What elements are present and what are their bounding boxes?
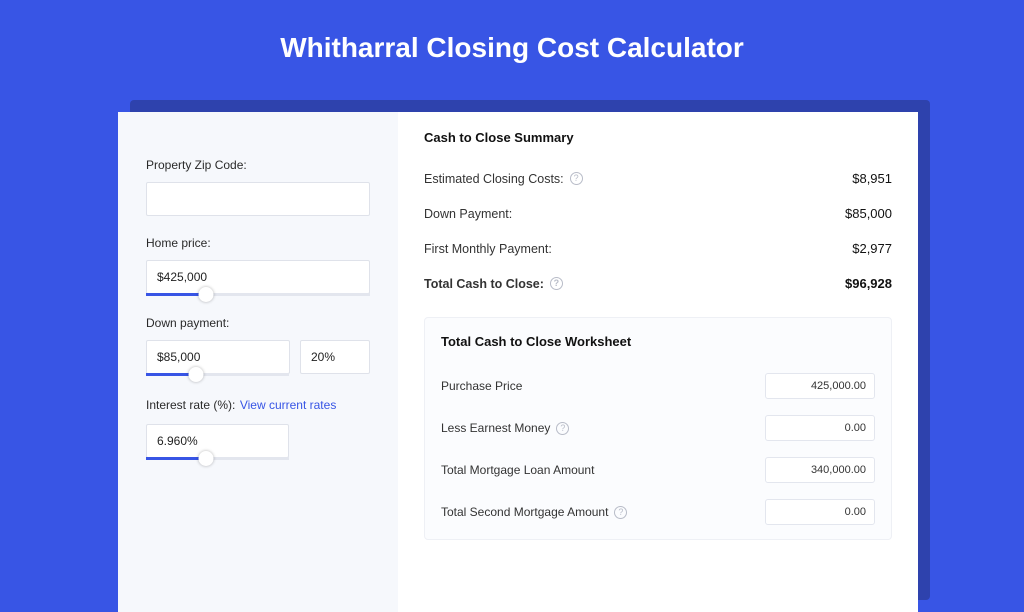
ws-row-mortgage-amount: Total Mortgage Loan Amount [441,449,875,491]
summary-label: Total Cash to Close: [424,277,563,291]
summary-label-text: Total Cash to Close: [424,277,544,291]
rate-slider-thumb[interactable] [199,451,214,466]
zip-label: Property Zip Code: [146,158,370,172]
ws-label: Total Mortgage Loan Amount [441,463,594,477]
ws-row-purchase-price: Purchase Price [441,365,875,407]
ws-purchase-price-input[interactable] [765,373,875,399]
ws-earnest-money-input[interactable] [765,415,875,441]
ws-row-second-mortgage: Total Second Mortgage Amount [441,491,875,533]
help-icon[interactable] [570,172,583,185]
help-icon[interactable] [614,506,627,519]
down-amount-input[interactable] [146,340,290,374]
rate-slider[interactable] [146,457,289,460]
zip-input[interactable] [146,182,370,216]
ws-label-text: Purchase Price [441,379,522,393]
summary-value: $8,951 [852,171,892,186]
worksheet-title: Total Cash to Close Worksheet [441,334,875,349]
summary-label-text: First Monthly Payment: [424,242,552,256]
price-slider-thumb[interactable] [199,287,214,302]
rate-slider-wrap [146,424,370,460]
summary-value: $2,977 [852,241,892,256]
price-field-group: Home price: [146,236,370,296]
rate-label: Interest rate (%): [146,398,235,412]
rate-field-group: Interest rate (%): View current rates [146,396,370,460]
down-slider[interactable] [146,373,289,376]
inputs-panel: Property Zip Code: Home price: Down paym… [118,112,398,612]
summary-row-first-monthly: First Monthly Payment: $2,977 [424,231,892,266]
page-title: Whitharral Closing Cost Calculator [0,0,1024,88]
down-field-group: Down payment: [146,316,370,376]
ws-label-text: Total Mortgage Loan Amount [441,463,594,477]
help-icon[interactable] [550,277,563,290]
price-slider[interactable] [146,293,370,296]
summary-label: Estimated Closing Costs: [424,172,583,186]
results-panel: Cash to Close Summary Estimated Closing … [398,112,918,612]
summary-label-text: Estimated Closing Costs: [424,172,564,186]
ws-mortgage-amount-input[interactable] [765,457,875,483]
price-label: Home price: [146,236,370,250]
ws-row-earnest-money: Less Earnest Money [441,407,875,449]
summary-title: Cash to Close Summary [424,130,892,145]
summary-row-total-cash: Total Cash to Close: $96,928 [424,266,892,301]
zip-field-group: Property Zip Code: [146,158,370,216]
ws-label: Less Earnest Money [441,421,569,435]
help-icon[interactable] [556,422,569,435]
down-slider-thumb[interactable] [189,367,204,382]
calculator-card: Property Zip Code: Home price: Down paym… [118,112,918,612]
rate-slider-fill [146,457,206,460]
summary-value: $96,928 [845,276,892,291]
view-rates-link[interactable]: View current rates [240,398,337,412]
worksheet-card: Total Cash to Close Worksheet Purchase P… [424,317,892,540]
summary-label: First Monthly Payment: [424,242,552,256]
price-slider-fill [146,293,206,296]
down-input-pair [146,340,370,374]
price-input[interactable] [146,260,370,294]
summary-row-closing-costs: Estimated Closing Costs: $8,951 [424,161,892,196]
ws-label: Purchase Price [441,379,522,393]
price-slider-wrap [146,260,370,296]
ws-label: Total Second Mortgage Amount [441,505,627,519]
down-label: Down payment: [146,316,370,330]
down-percent-input[interactable] [300,340,370,374]
rate-label-row: Interest rate (%): View current rates [146,396,370,414]
summary-row-down-payment: Down Payment: $85,000 [424,196,892,231]
ws-label-text: Total Second Mortgage Amount [441,505,608,519]
ws-label-text: Less Earnest Money [441,421,550,435]
summary-label-text: Down Payment: [424,207,512,221]
summary-label: Down Payment: [424,207,512,221]
rate-input[interactable] [146,424,289,458]
ws-second-mortgage-input[interactable] [765,499,875,525]
summary-value: $85,000 [845,206,892,221]
down-slider-wrap [146,340,370,376]
